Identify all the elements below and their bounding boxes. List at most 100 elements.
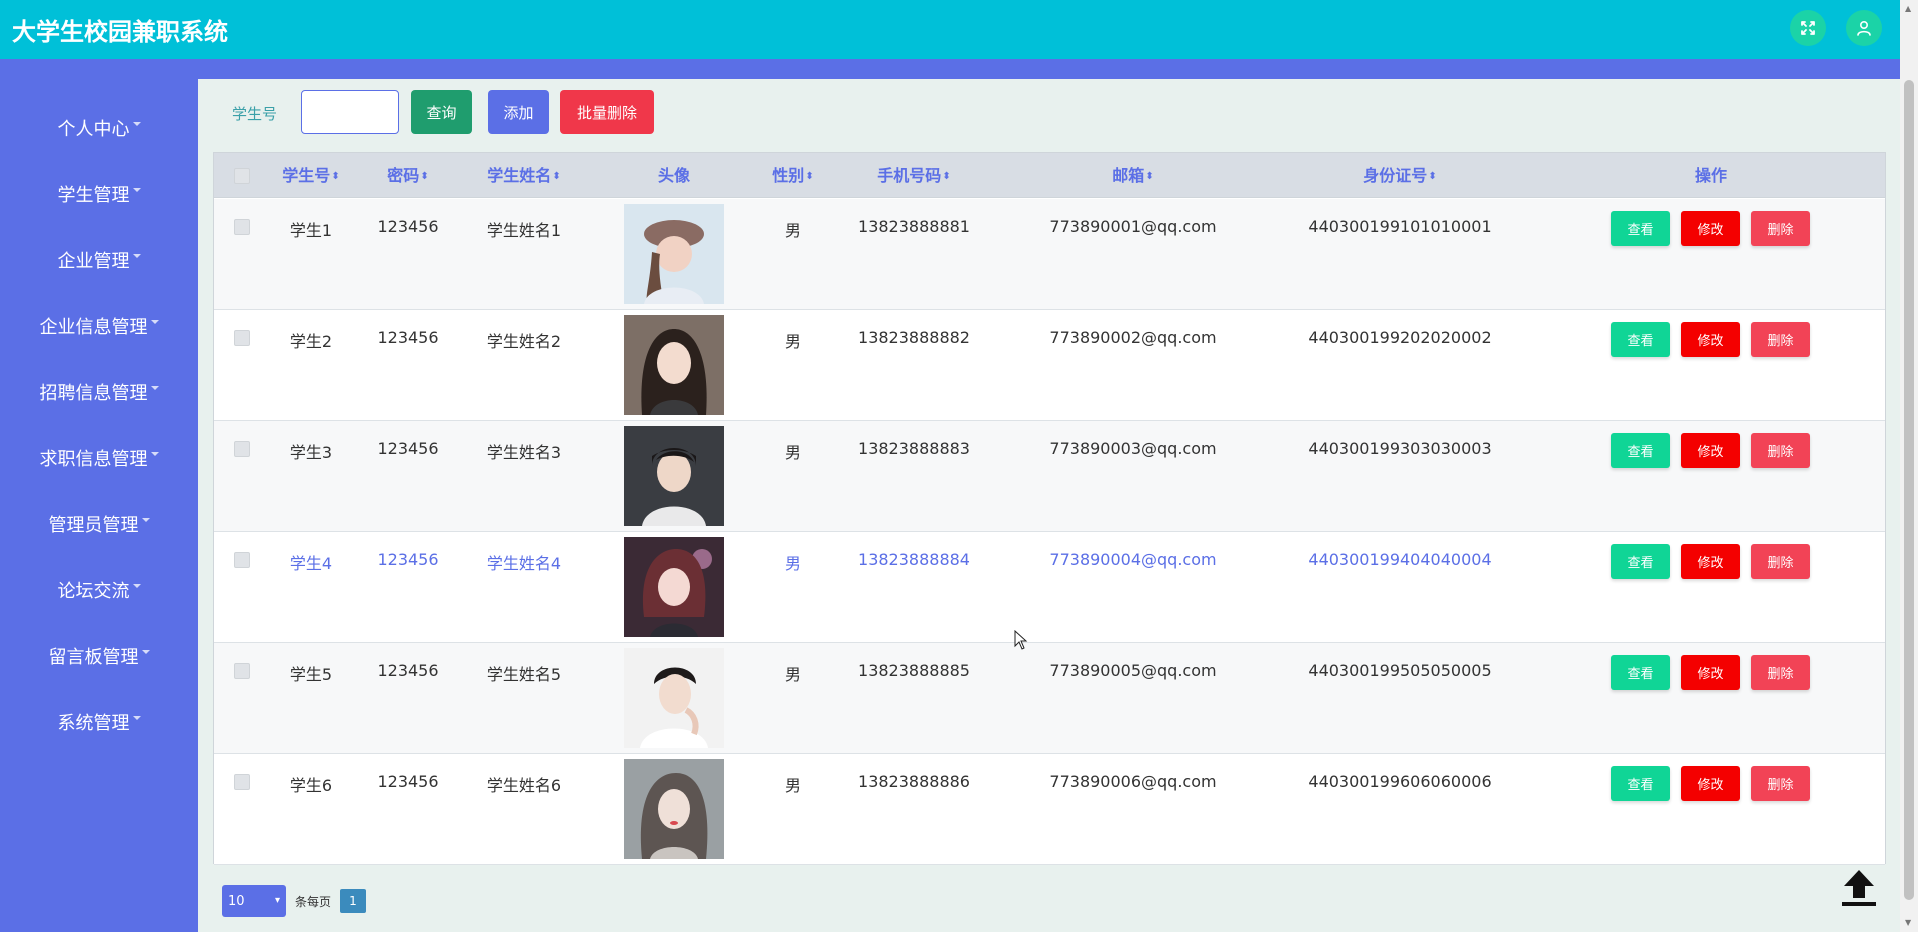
chevron-down-icon — [132, 584, 141, 588]
scroll-down-arrow-icon[interactable]: ▼ — [1905, 918, 1911, 927]
column-id-card[interactable]: 身份证号⬍ — [1363, 153, 1436, 198]
edit-button[interactable]: 修改 — [1681, 322, 1740, 357]
chevron-down-icon — [132, 716, 141, 720]
row-checkbox[interactable] — [234, 663, 250, 679]
cell-gender: 男 — [784, 443, 802, 462]
chevron-down-icon — [132, 122, 141, 126]
chevron-down-icon — [141, 650, 150, 654]
top-header: 大学生校园兼职系统 — [0, 0, 1900, 59]
select-all-checkbox[interactable] — [234, 168, 250, 184]
column-phone[interactable]: 手机号码⬍ — [877, 153, 950, 198]
view-button[interactable]: 查看 — [1611, 322, 1670, 357]
cell-student-no: 学生1 — [289, 221, 333, 240]
avatar[interactable] — [624, 537, 724, 637]
sidebar-item-recruitment-info[interactable]: 招聘信息管理 — [0, 372, 198, 412]
avatar[interactable] — [624, 426, 724, 526]
sort-icon: ⬍ — [420, 170, 429, 182]
row-checkbox[interactable] — [234, 441, 250, 457]
page-size-value: 10 — [228, 893, 245, 909]
cell-id-card: 440300199101010001 — [1308, 217, 1492, 236]
cell-name: 学生姓名3 — [486, 443, 562, 462]
cell-password: 123456 — [377, 772, 439, 791]
avatar[interactable] — [624, 204, 724, 304]
chevron-down-icon — [132, 188, 141, 192]
column-password[interactable]: 密码⬍ — [387, 153, 428, 198]
fullscreen-icon — [1801, 21, 1815, 35]
column-gender[interactable]: 性别⬍ — [772, 153, 813, 198]
app-root: 大学生校园兼职系统 个人中心 学生管理 企业管理 企业信息管理 招聘信息管理 求… — [0, 0, 1918, 932]
edit-button[interactable]: 修改 — [1681, 766, 1740, 801]
table-header: 学生号⬍ 密码⬍ 学生姓名⬍ 头像 性别⬍ 手机号码⬍ 邮箱⬍ 身份证号⬍ 操作 — [214, 153, 1885, 198]
sidebar-item-admin-management[interactable]: 管理员管理 — [0, 504, 198, 544]
cell-name: 学生姓名1 — [486, 221, 562, 240]
delete-button[interactable]: 删除 — [1751, 211, 1810, 246]
view-button[interactable]: 查看 — [1611, 766, 1670, 801]
row-checkbox[interactable] — [234, 330, 250, 346]
sidebar-item-label: 留言板管理 — [48, 647, 139, 668]
sidebar-item-label: 企业信息管理 — [39, 317, 148, 338]
sidebar-item-job-seeking-info[interactable]: 求职信息管理 — [0, 438, 198, 478]
delete-button[interactable]: 删除 — [1751, 655, 1810, 690]
vertical-scrollbar[interactable]: ▲ ▼ — [1900, 0, 1918, 932]
table-row: 学生3 123456 学生姓名3 男 13823888883 773890003… — [214, 421, 1885, 532]
batch-delete-button[interactable]: 批量删除 — [560, 90, 654, 134]
arrow-up-icon — [1842, 870, 1876, 906]
back-to-top-button[interactable] — [1838, 868, 1880, 908]
view-button[interactable]: 查看 — [1611, 211, 1670, 246]
row-checkbox[interactable] — [234, 552, 250, 568]
cell-email: 773890006@qq.com — [1049, 772, 1217, 791]
sidebar-item-forum[interactable]: 论坛交流 — [0, 570, 198, 610]
edit-button[interactable]: 修改 — [1681, 544, 1740, 579]
scrollbar-thumb[interactable] — [1904, 80, 1914, 900]
cell-id-card: 440300199505050005 — [1308, 661, 1492, 680]
column-student-no[interactable]: 学生号⬍ — [282, 153, 339, 198]
avatar-photo — [624, 759, 724, 859]
fullscreen-button[interactable] — [1790, 10, 1826, 46]
sidebar-item-company-management[interactable]: 企业管理 — [0, 240, 198, 280]
view-button[interactable]: 查看 — [1611, 544, 1670, 579]
user-button[interactable] — [1846, 10, 1882, 46]
view-button[interactable]: 查看 — [1611, 433, 1670, 468]
column-label: 身份证号 — [1363, 166, 1428, 185]
delete-button[interactable]: 删除 — [1751, 433, 1810, 468]
sidebar-item-message-board[interactable]: 留言板管理 — [0, 636, 198, 676]
edit-button[interactable]: 修改 — [1681, 211, 1740, 246]
student-no-search-input[interactable] — [301, 90, 399, 134]
sidebar-item-company-info[interactable]: 企业信息管理 — [0, 306, 198, 346]
edit-button[interactable]: 修改 — [1681, 655, 1740, 690]
avatar[interactable] — [624, 759, 724, 859]
column-label: 头像 — [657, 166, 691, 185]
query-button[interactable]: 查询 — [411, 90, 472, 134]
column-name[interactable]: 学生姓名⬍ — [487, 153, 560, 198]
delete-button[interactable]: 删除 — [1751, 544, 1810, 579]
cell-name: 学生姓名4 — [486, 554, 562, 573]
per-page-label: 条每页 — [295, 895, 332, 909]
view-button[interactable]: 查看 — [1611, 655, 1670, 690]
sidebar-item-personal-center[interactable]: 个人中心 — [0, 108, 198, 148]
sort-icon: ⬍ — [1145, 170, 1154, 182]
cell-student-no: 学生6 — [289, 776, 333, 795]
edit-button[interactable]: 修改 — [1681, 433, 1740, 468]
delete-button[interactable]: 删除 — [1751, 766, 1810, 801]
avatar[interactable] — [624, 315, 724, 415]
column-label: 手机号码 — [877, 166, 942, 185]
row-checkbox[interactable] — [234, 219, 250, 235]
cell-phone: 13823888881 — [858, 217, 970, 236]
page-number-button[interactable]: 1 — [340, 889, 366, 913]
search-toolbar: 学生号 查询 添加 批量删除 — [198, 79, 1900, 151]
sort-icon: ⬍ — [331, 170, 340, 182]
column-email[interactable]: 邮箱⬍ — [1112, 153, 1153, 198]
user-icon — [1857, 20, 1871, 36]
scroll-up-arrow-icon[interactable]: ▲ — [1905, 4, 1911, 13]
cell-id-card: 440300199303030003 — [1308, 439, 1492, 458]
cell-gender: 男 — [784, 776, 802, 795]
sidebar-item-system-management[interactable]: 系统管理 — [0, 702, 198, 742]
delete-button[interactable]: 删除 — [1751, 322, 1810, 357]
page-size-select[interactable]: 10 ▾ — [222, 885, 286, 917]
avatar[interactable] — [624, 648, 724, 748]
cell-student-no: 学生4 — [289, 554, 333, 573]
cell-gender: 男 — [784, 332, 802, 351]
add-button[interactable]: 添加 — [488, 90, 549, 134]
row-checkbox[interactable] — [234, 774, 250, 790]
sidebar-item-student-management[interactable]: 学生管理 — [0, 174, 198, 214]
